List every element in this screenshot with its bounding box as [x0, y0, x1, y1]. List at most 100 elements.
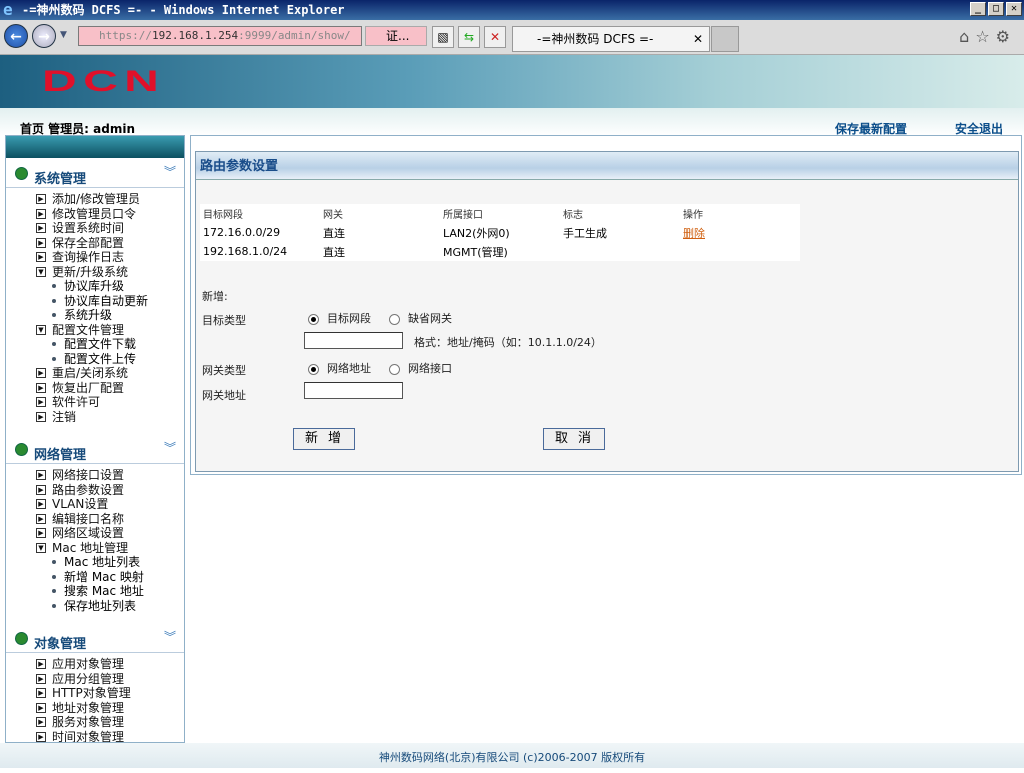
radio-unselected[interactable]	[389, 363, 400, 375]
sidebar-subitem[interactable]: 新增 Mac 映射	[6, 570, 184, 585]
sidebar-subitem[interactable]: 协议库自动更新	[6, 294, 184, 309]
gw-option-address[interactable]: 网络地址	[308, 360, 371, 376]
cell: MGMT(管理)	[443, 245, 508, 259]
sidebar-section[interactable]: 网络管理 ︾	[6, 436, 184, 464]
compatibility-icon[interactable]: ▧	[432, 26, 454, 48]
item-label: 地址对象管理	[52, 700, 125, 715]
section-icon	[15, 167, 28, 180]
sidebar-item[interactable]: ▶ 应用分组管理	[6, 672, 184, 687]
close-tab-icon[interactable]: ✕	[693, 27, 703, 51]
sidebar-section[interactable]: 系统管理 ︾	[6, 160, 184, 188]
sidebar-item[interactable]: ▶ 添加/修改管理员	[6, 192, 184, 207]
sidebar-section[interactable]: 对象管理 ︾	[6, 625, 184, 653]
cell: 192.168.1.0/24	[203, 245, 288, 258]
item-label: 设置系统时间	[52, 221, 125, 235]
expand-icon: ▶	[36, 673, 46, 684]
stop-icon[interactable]: ✕	[484, 26, 506, 48]
add-button[interactable]: 新增	[293, 428, 355, 450]
option-label: 目标网段	[327, 312, 371, 325]
favorites-icon[interactable]: ☆	[975, 27, 995, 46]
sidebar-header	[6, 136, 184, 158]
item-label: 系统升级	[64, 308, 113, 322]
routes-table: 目标网段 网关 所属接口 标志 操作 172.16.0.0/29 直连 LAN2(外网0) 手…	[200, 204, 800, 261]
item-label: 配置文件下载	[64, 337, 137, 351]
cell: 手工生成	[563, 226, 607, 240]
home-icon[interactable]: ⌂	[959, 27, 975, 46]
item-label: 服务对象管理	[52, 715, 125, 729]
main-panel: 路由参数设置 目标网段 网关 所属接口 标志 操作 172.16.0.0/29 直连 LAN…	[190, 135, 1022, 475]
gw-type-label: 网关类型	[202, 364, 246, 377]
sidebar-item[interactable]: ▶ 应用对象管理	[6, 657, 184, 672]
sidebar-item[interactable]: ▶ 保存全部配置	[6, 236, 184, 251]
sidebar-subitem[interactable]: 保存地址列表	[6, 599, 184, 614]
sidebar-item[interactable]: ▶ 软件许可	[6, 395, 184, 410]
sidebar-item[interactable]: ▶ 路由参数设置	[6, 483, 184, 498]
forward-button[interactable]: →	[32, 24, 56, 48]
radio-selected[interactable]	[308, 313, 319, 325]
sidebar-subitem[interactable]: 搜索 Mac 地址	[6, 584, 184, 599]
sidebar-item[interactable]: ▶ 地址对象管理	[6, 701, 184, 716]
dest-option-segment[interactable]: 目标网段	[308, 310, 371, 326]
sidebar-item[interactable]: ▼ 更新/升级系统	[6, 265, 184, 280]
sidebar: 系统管理 ︾ ▶ 添加/修改管理员 ▶ 修改管理员口令 ▶ 设置系统时间 ▶ 保存全部配置 ▶ 查询操…	[5, 135, 185, 743]
sidebar-subitem[interactable]: Mac 地址列表	[6, 555, 184, 570]
browser-tab[interactable]: -=神州数码 DCFS =- ✕	[512, 26, 710, 52]
expand-icon: ▶	[36, 702, 46, 713]
sidebar-item[interactable]: ▶ 设置系统时间	[6, 221, 184, 236]
sidebar-item[interactable]: ▶ 编辑接口名称	[6, 512, 184, 527]
sidebar-item[interactable]: ▶ VLAN设置	[6, 497, 184, 512]
radio-unselected[interactable]	[389, 313, 400, 325]
item-label: 协议库自动更新	[64, 293, 149, 308]
collapse-chevron-icon[interactable]: ︾	[164, 163, 176, 180]
item-label: HTTP对象管理	[52, 686, 131, 700]
collapse-chevron-icon[interactable]: ︾	[164, 439, 176, 456]
sidebar-item[interactable]: ▶ 网络区域设置	[6, 526, 184, 541]
expand-icon: ▶	[36, 731, 46, 742]
delete-link[interactable]: 删除	[683, 227, 705, 240]
radio-selected[interactable]	[308, 363, 319, 375]
gw-addr-label: 网关地址	[202, 389, 246, 402]
table-row: 192.168.1.0/24 直连 MGMT(管理)	[200, 242, 800, 261]
sidebar-item[interactable]: ▶ 时间对象管理	[6, 729, 184, 743]
sidebar-item[interactable]: ▶ 修改管理员口令	[6, 207, 184, 222]
sidebar-item[interactable]: ▼ 配置文件管理	[6, 323, 184, 338]
sidebar-subitem[interactable]: 配置文件下载	[6, 337, 184, 352]
sidebar-item[interactable]: ▼ Mac 地址管理	[6, 541, 184, 556]
url-host: 192.168.1.254	[151, 29, 239, 42]
sidebar-subitem[interactable]: 系统升级	[6, 308, 184, 323]
maximize-button[interactable]: □	[988, 2, 1004, 16]
sidebar-item[interactable]: ▶ 注销	[6, 410, 184, 425]
expand-icon: ▶	[36, 659, 46, 669]
sidebar-item[interactable]: ▶ 网络接口设置	[6, 468, 184, 483]
footer: 神州数码网络(北京)有限公司 (c)2006-2007 版权所有	[0, 743, 1024, 768]
cell	[680, 242, 800, 261]
back-button[interactable]: ←	[4, 24, 28, 48]
gw-address-input[interactable]	[304, 382, 403, 399]
item-label: Mac 地址列表	[64, 555, 141, 569]
new-tab-button[interactable]	[711, 26, 739, 52]
refresh-icon[interactable]: ⇆	[458, 26, 480, 48]
gw-option-interface[interactable]: 网络接口	[389, 360, 452, 376]
dest-option-default-gw[interactable]: 缺省网关	[389, 310, 452, 326]
address-bar[interactable]: https://192.168.1.254:9999/admin/show/	[78, 26, 362, 46]
tools-gear-icon[interactable]: ⚙	[996, 27, 1016, 46]
close-window-button[interactable]: ✕	[1006, 2, 1022, 16]
sidebar-item[interactable]: ▶ 查询操作日志	[6, 250, 184, 265]
sidebar-item[interactable]: ▶ 恢复出厂配置	[6, 381, 184, 396]
dest-network-input[interactable]	[304, 332, 403, 349]
history-dropdown-icon[interactable]: ▼	[60, 30, 67, 40]
certificate-error-button[interactable]: 证...	[365, 26, 427, 46]
sidebar-subitem[interactable]: 协议库升级	[6, 279, 184, 294]
sidebar-item[interactable]: ▶ 服务对象管理	[6, 715, 184, 730]
cell: LAN2(外网0)	[443, 226, 510, 240]
expand-icon: ▶	[36, 688, 46, 698]
col-header: 所属接口	[443, 210, 483, 221]
sidebar-subitem[interactable]: 配置文件上传	[6, 352, 184, 367]
sidebar-item[interactable]: ▶ 重启/关闭系统	[6, 366, 184, 381]
sidebar-item[interactable]: ▶ HTTP对象管理	[6, 686, 184, 701]
section-title: 系统管理	[34, 172, 87, 187]
cancel-button[interactable]: 取消	[543, 428, 605, 450]
collapse-chevron-icon[interactable]: ︾	[164, 628, 176, 645]
item-label: 时间对象管理	[52, 729, 125, 743]
minimize-button[interactable]: _	[970, 2, 986, 16]
